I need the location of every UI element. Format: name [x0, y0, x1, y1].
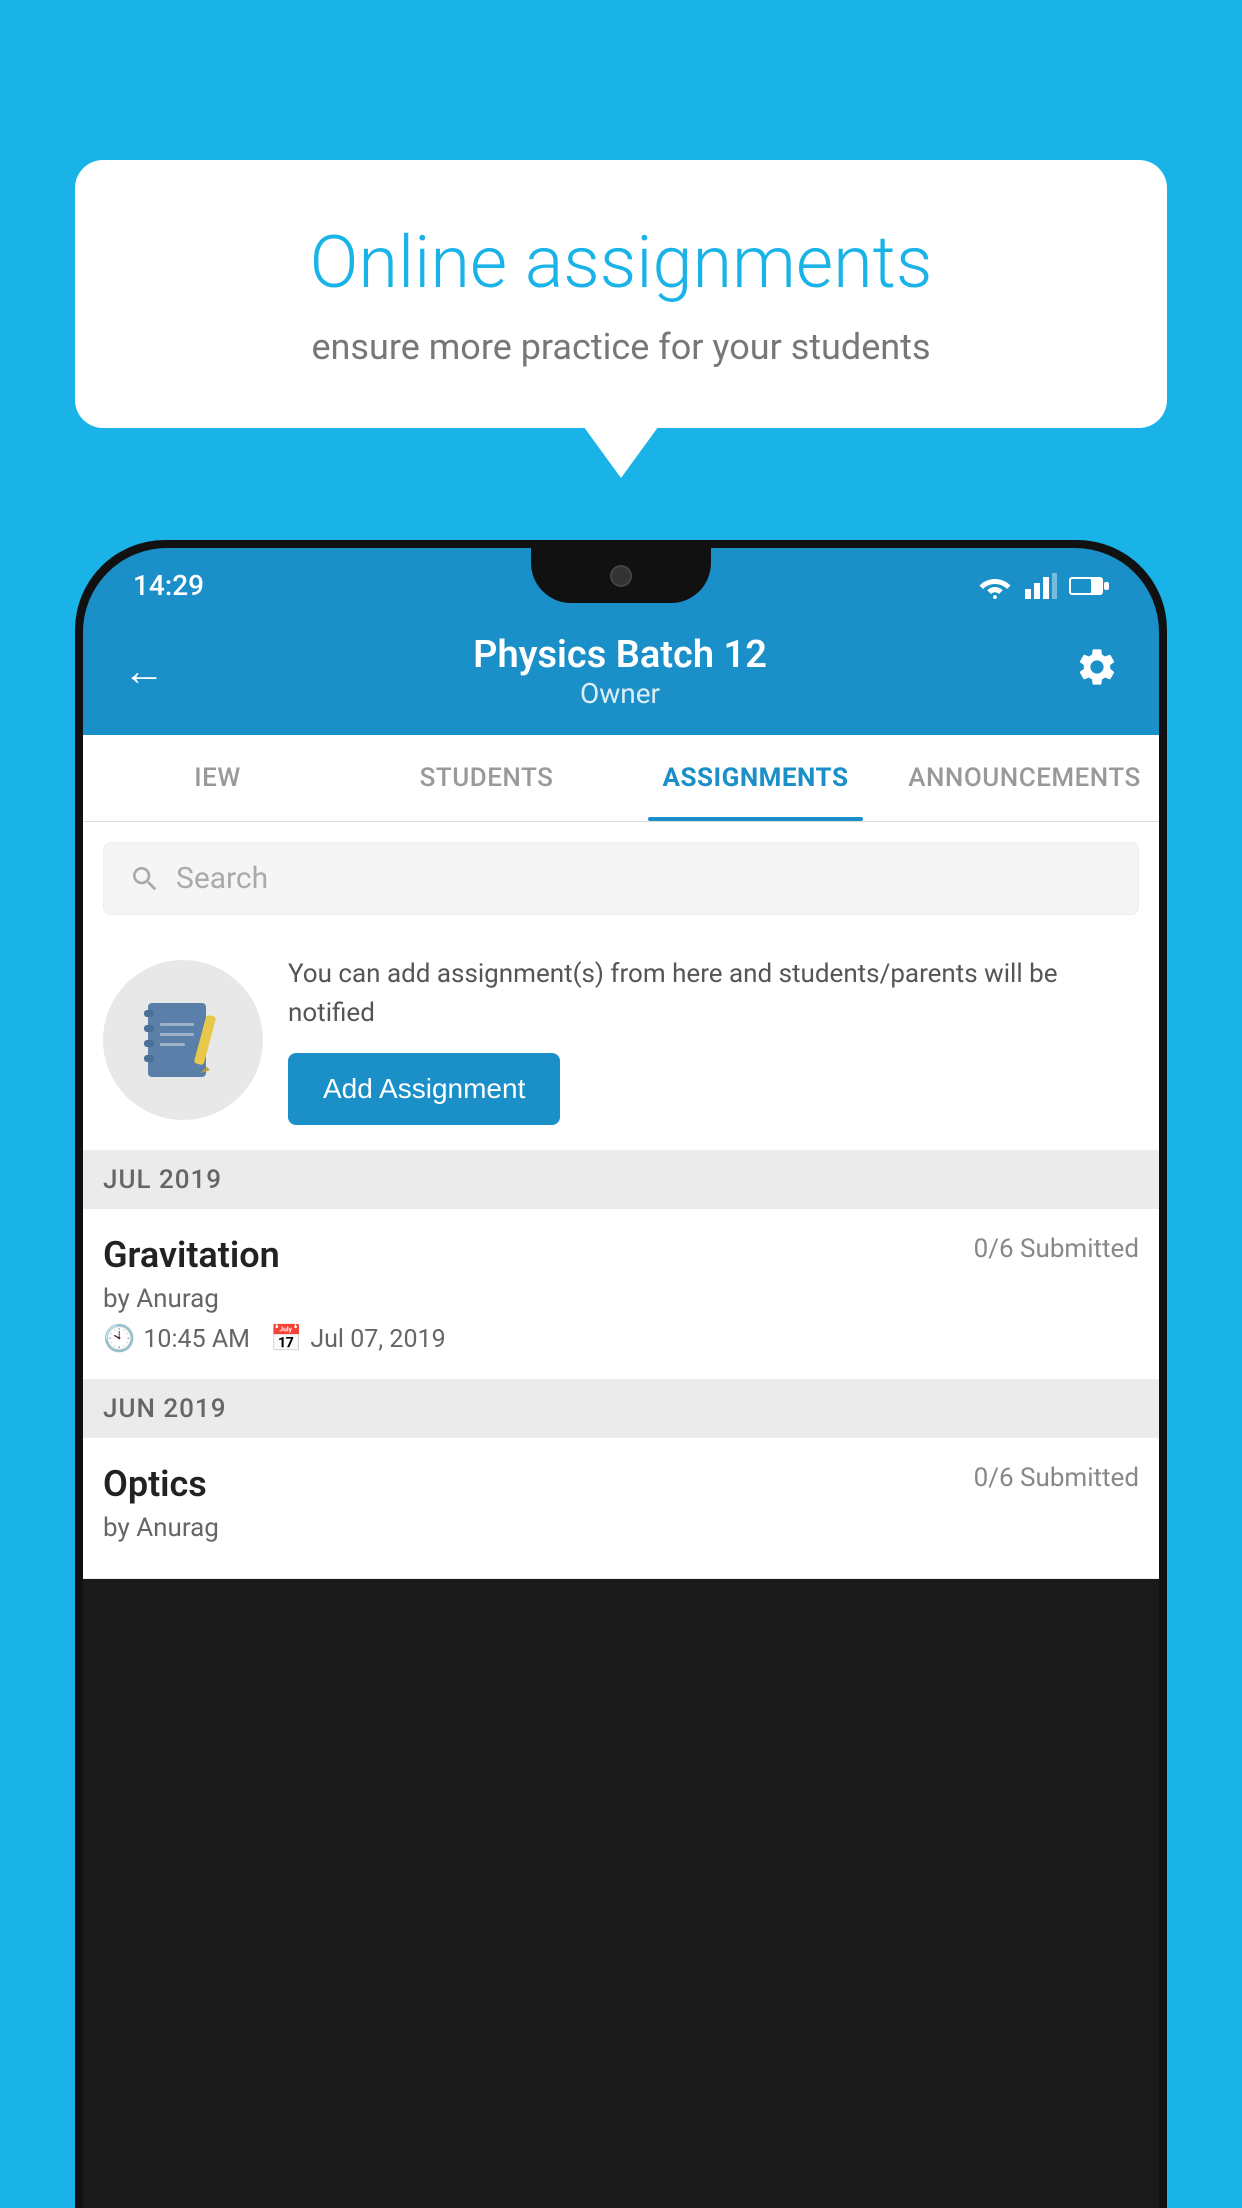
assignment-name: Gravitation: [103, 1234, 280, 1276]
back-button[interactable]: ←: [123, 647, 165, 696]
phone-frame: 14:29: [75, 540, 1167, 2208]
status-time: 14:29: [133, 569, 204, 602]
wifi-icon: [977, 573, 1013, 599]
tab-students[interactable]: STUDENTS: [352, 735, 621, 821]
header-subtitle: Owner: [473, 677, 767, 710]
tab-announcements[interactable]: ANNOUNCEMENTS: [890, 735, 1159, 821]
signal-icon: [1025, 573, 1057, 599]
phone-notch: [531, 548, 711, 603]
bubble-title: Online assignments: [145, 220, 1097, 306]
tab-assignments[interactable]: ASSIGNMENTS: [621, 735, 890, 821]
promo-description: You can add assignment(s) from here and …: [288, 955, 1139, 1033]
gear-icon: [1075, 645, 1119, 689]
month-header-jun: JUN 2019: [83, 1380, 1159, 1438]
assignment-by: by Anurag: [103, 1284, 1139, 1314]
battery-icon: [1069, 575, 1109, 597]
assignment-top: Gravitation 0/6 Submitted: [103, 1234, 1139, 1276]
assignment-time: 🕙 10:45 AM: [103, 1324, 250, 1354]
assignment-by-optics: by Anurag: [103, 1513, 1139, 1543]
assignment-top-optics: Optics 0/6 Submitted: [103, 1463, 1139, 1505]
header-title: Physics Batch 12: [473, 633, 767, 677]
assignment-date: 📅 Jul 07, 2019: [270, 1324, 446, 1354]
tabs-container: IEW STUDENTS ASSIGNMENTS ANNOUNCEMENTS: [83, 735, 1159, 822]
notebook-icon: [138, 995, 228, 1085]
app-header: ← Physics Batch 12 Owner: [83, 613, 1159, 735]
tab-iew[interactable]: IEW: [83, 735, 352, 821]
phone-inner: 14:29: [83, 548, 1159, 2208]
add-assignment-button[interactable]: Add Assignment: [288, 1053, 560, 1125]
promo-text-area: You can add assignment(s) from here and …: [288, 955, 1139, 1125]
settings-button[interactable]: [1075, 645, 1119, 699]
clock-icon: 🕙: [103, 1324, 135, 1354]
assignment-item-gravitation[interactable]: Gravitation 0/6 Submitted by Anurag 🕙 10…: [83, 1209, 1159, 1380]
status-icons: [977, 573, 1109, 599]
camera: [610, 565, 632, 587]
header-center: Physics Batch 12 Owner: [473, 633, 767, 710]
assignment-meta: 🕙 10:45 AM 📅 Jul 07, 2019: [103, 1324, 1139, 1354]
assignment-submitted: 0/6 Submitted: [974, 1234, 1139, 1264]
screen-content: Search: [83, 822, 1159, 1579]
search-placeholder: Search: [176, 861, 268, 896]
promo-icon-circle: [103, 960, 263, 1120]
calendar-icon: 📅: [270, 1324, 302, 1354]
assignment-submitted-optics: 0/6 Submitted: [974, 1463, 1139, 1493]
search-bar[interactable]: Search: [103, 842, 1139, 915]
assignment-name-optics: Optics: [103, 1463, 207, 1505]
search-icon: [129, 863, 161, 895]
promo-section: You can add assignment(s) from here and …: [83, 930, 1159, 1151]
speech-bubble: Online assignments ensure more practice …: [75, 160, 1167, 428]
month-header-jul: JUL 2019: [83, 1151, 1159, 1209]
speech-bubble-container: Online assignments ensure more practice …: [75, 160, 1167, 428]
bubble-subtitle: ensure more practice for your students: [145, 326, 1097, 368]
assignment-item-optics[interactable]: Optics 0/6 Submitted by Anurag: [83, 1438, 1159, 1579]
